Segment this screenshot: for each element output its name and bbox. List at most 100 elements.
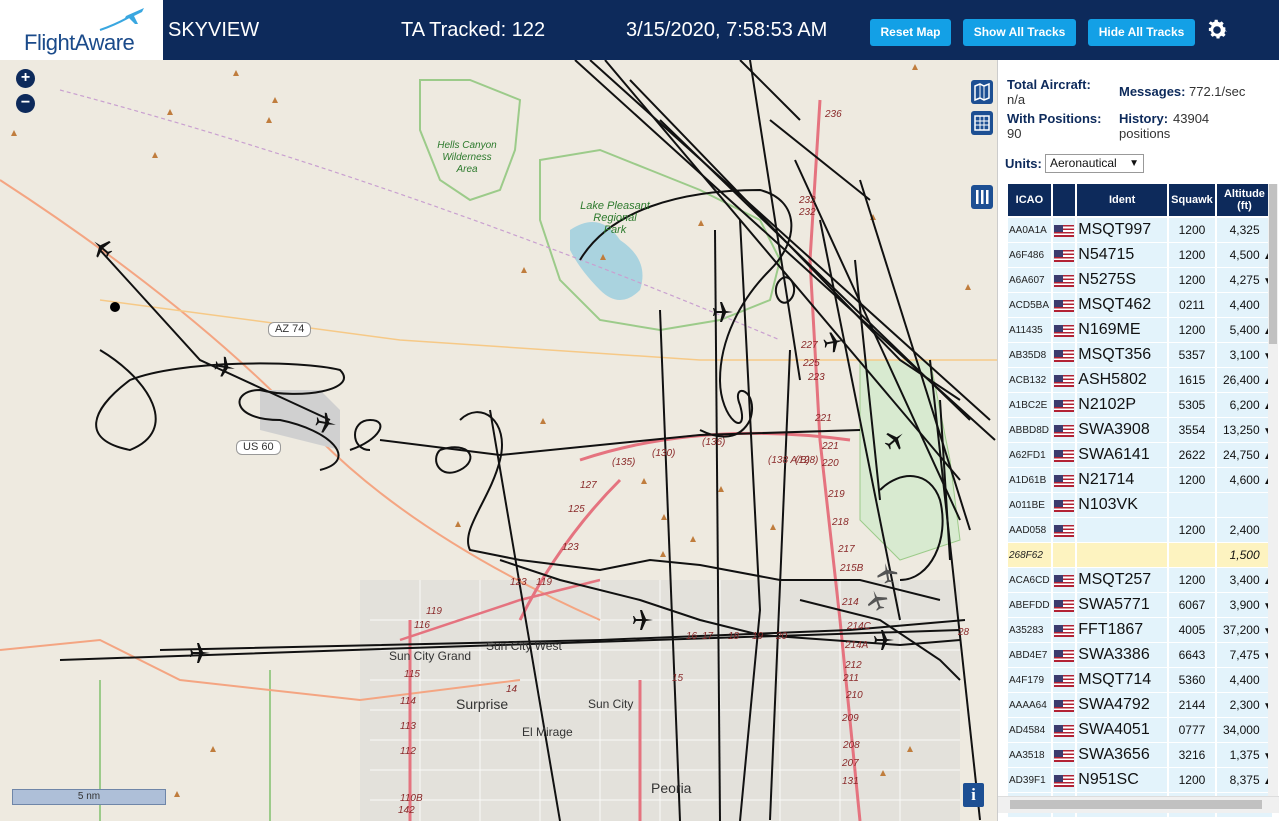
- table-row[interactable]: A11435 N169ME12005,400 ▲: [1008, 318, 1273, 343]
- table-row[interactable]: 268F62 1,500: [1008, 543, 1272, 568]
- icao-cell: AA3518: [1008, 743, 1051, 768]
- table-row[interactable]: AD4584 SWA4051 0777 34,000: [1008, 718, 1272, 743]
- table-row[interactable]: AA3518 SWA365632161,375 ▼: [1008, 743, 1273, 768]
- squawk-cell: 1200: [1169, 218, 1215, 243]
- table-row[interactable]: AD39F1 N951SC12008,375 ▲: [1008, 768, 1273, 793]
- table-row[interactable]: ACB132 ASH5802161526,400 ▲: [1008, 368, 1273, 393]
- table-row[interactable]: A4F179 MSQT714 5360 4,400: [1008, 668, 1272, 693]
- table-row[interactable]: ABEFDD SWA577160673,900 ▼: [1008, 593, 1273, 618]
- squawk-cell: 1200: [1169, 768, 1215, 793]
- table-row[interactable]: A1D61B N2171412004,600 ▲: [1008, 468, 1273, 493]
- altitude-cell: 34,000: [1216, 718, 1272, 743]
- info-button[interactable]: i: [963, 783, 984, 807]
- zoom-in-button[interactable]: +: [16, 69, 35, 88]
- col-altitude[interactable]: Altitude (ft): [1216, 184, 1272, 218]
- zoom-out-button[interactable]: −: [16, 94, 35, 113]
- aircraft-icon[interactable]: [314, 411, 338, 435]
- road-number-label: 123: [510, 577, 527, 588]
- flag-cell: [1052, 393, 1076, 418]
- altitude-cell: 13,250 ▼: [1216, 418, 1273, 443]
- table-row[interactable]: A1BC2E N2102P53056,200 ▲: [1008, 393, 1273, 418]
- table-row[interactable]: ACA6CD MSQT25712003,400 ▲: [1008, 568, 1273, 593]
- table-row[interactable]: AAAA64 SWA479221442,300 ▼: [1008, 693, 1273, 718]
- altitude-cell: 8,375 ▲: [1216, 768, 1273, 793]
- map-view[interactable]: + − Hells Canyon Wilderness Area Lake Pl…: [0, 60, 997, 821]
- vertical-scroll-thumb[interactable]: [1269, 184, 1277, 344]
- with-positions-value: 90: [1007, 126, 1022, 141]
- map-layers-button[interactable]: [971, 80, 993, 104]
- table-row[interactable]: A6A607 N5275S12004,275 ▼: [1008, 268, 1273, 293]
- place-label: Sun City West: [486, 639, 562, 653]
- gear-icon[interactable]: [1204, 17, 1230, 43]
- squawk-cell: 6643: [1169, 643, 1215, 668]
- road-number-label: 232: [799, 195, 816, 206]
- ident-cell: [1077, 518, 1168, 543]
- table-row[interactable]: AB35D8 MSQT35653573,100 ▼: [1008, 343, 1273, 368]
- aircraft-icon[interactable]: [213, 355, 237, 379]
- road-number-label: 14: [506, 684, 518, 695]
- squawk-cell: 5305: [1169, 393, 1215, 418]
- aircraft-icon[interactable]: [188, 641, 212, 665]
- ident-cell: MSQT257: [1077, 568, 1168, 593]
- table-row[interactable]: A62FD1 SWA6141262224,750 ▲: [1008, 443, 1273, 468]
- units-select[interactable]: Aeronautical ▼: [1045, 154, 1144, 173]
- road-number-label: 210: [846, 690, 863, 701]
- table-row[interactable]: A011BE N103VK: [1008, 493, 1272, 518]
- flag-cell: [1052, 543, 1076, 568]
- altitude-cell: 26,400 ▲: [1216, 368, 1273, 393]
- squawk-cell: 4005: [1169, 618, 1215, 643]
- aircraft-icon[interactable]: [865, 588, 889, 612]
- icao-cell: A1BC2E: [1008, 393, 1051, 418]
- horizontal-scroll-thumb[interactable]: [1010, 800, 1262, 809]
- us-flag-icon: [1053, 249, 1074, 262]
- altitude-cell: 4,400: [1216, 293, 1272, 318]
- table-row[interactable]: ABD4E7 SWA338666437,475 ▼: [1008, 643, 1273, 668]
- ident-cell: ASH5802: [1077, 368, 1168, 393]
- show-all-tracks-button[interactable]: Show All Tracks: [963, 19, 1076, 46]
- history-value: 43904: [1173, 111, 1210, 126]
- grid-toggle-button[interactable]: [971, 111, 993, 135]
- aircraft-icon[interactable]: [90, 236, 114, 260]
- col-icao[interactable]: ICAO: [1008, 184, 1051, 218]
- aircraft-icon[interactable]: [883, 428, 907, 452]
- ident-cell: MSQT714: [1077, 668, 1168, 693]
- road-number-label: (128): [795, 455, 819, 466]
- flag-cell: [1052, 593, 1076, 618]
- aircraft-icon[interactable]: [631, 608, 655, 632]
- icao-cell: AA0A1A: [1008, 218, 1051, 243]
- col-squawk[interactable]: Squawk: [1169, 184, 1215, 218]
- reset-map-button[interactable]: Reset Map: [870, 19, 951, 46]
- icao-cell: ACB132: [1008, 368, 1051, 393]
- flightaware-logo[interactable]: FlightAware: [0, 0, 163, 60]
- grid-icon: [974, 115, 990, 131]
- flag-cell: [1052, 768, 1076, 793]
- flag-cell: [1052, 743, 1076, 768]
- table-row[interactable]: ACD5BA MSQT462 0211 4,400: [1008, 293, 1272, 318]
- messages-value: 772.1/sec: [1189, 84, 1246, 99]
- aircraft-icon[interactable]: [875, 561, 899, 585]
- columns-toggle-button[interactable]: [971, 185, 993, 209]
- table-row[interactable]: A35283 FFT1867400537,200 ▼: [1008, 618, 1273, 643]
- hide-all-tracks-button[interactable]: Hide All Tracks: [1088, 19, 1195, 46]
- table-row[interactable]: ABBD8D SWA3908355413,250 ▼: [1008, 418, 1273, 443]
- road-number-label: 131: [842, 776, 859, 787]
- col-ident[interactable]: Ident: [1077, 184, 1168, 218]
- road-number-label: 112: [400, 746, 416, 757]
- aircraft-icon[interactable]: [872, 628, 896, 652]
- road-number-label: 221: [822, 441, 839, 452]
- messages-label: Messages:: [1119, 84, 1186, 99]
- aircraft-icon[interactable]: [711, 300, 735, 324]
- us-flag-icon: [1053, 574, 1074, 587]
- app-title: SKYVIEW: [168, 19, 260, 41]
- icao-cell: A011BE: [1008, 493, 1051, 518]
- aircraft-icon[interactable]: [822, 330, 846, 354]
- flag-cell: [1052, 668, 1076, 693]
- table-row[interactable]: AA0A1A MSQT997 1200 4,325: [1008, 218, 1272, 243]
- table-row[interactable]: AAD058 1200 2,400: [1008, 518, 1272, 543]
- squawk-cell: 1200: [1169, 268, 1215, 293]
- us-flag-icon: [1053, 749, 1074, 762]
- col-flag[interactable]: [1052, 184, 1076, 218]
- table-row[interactable]: A6F486 N5471512004,500 ▲: [1008, 243, 1273, 268]
- road-number-label: 18: [728, 631, 740, 642]
- ident-cell: MSQT997: [1077, 218, 1168, 243]
